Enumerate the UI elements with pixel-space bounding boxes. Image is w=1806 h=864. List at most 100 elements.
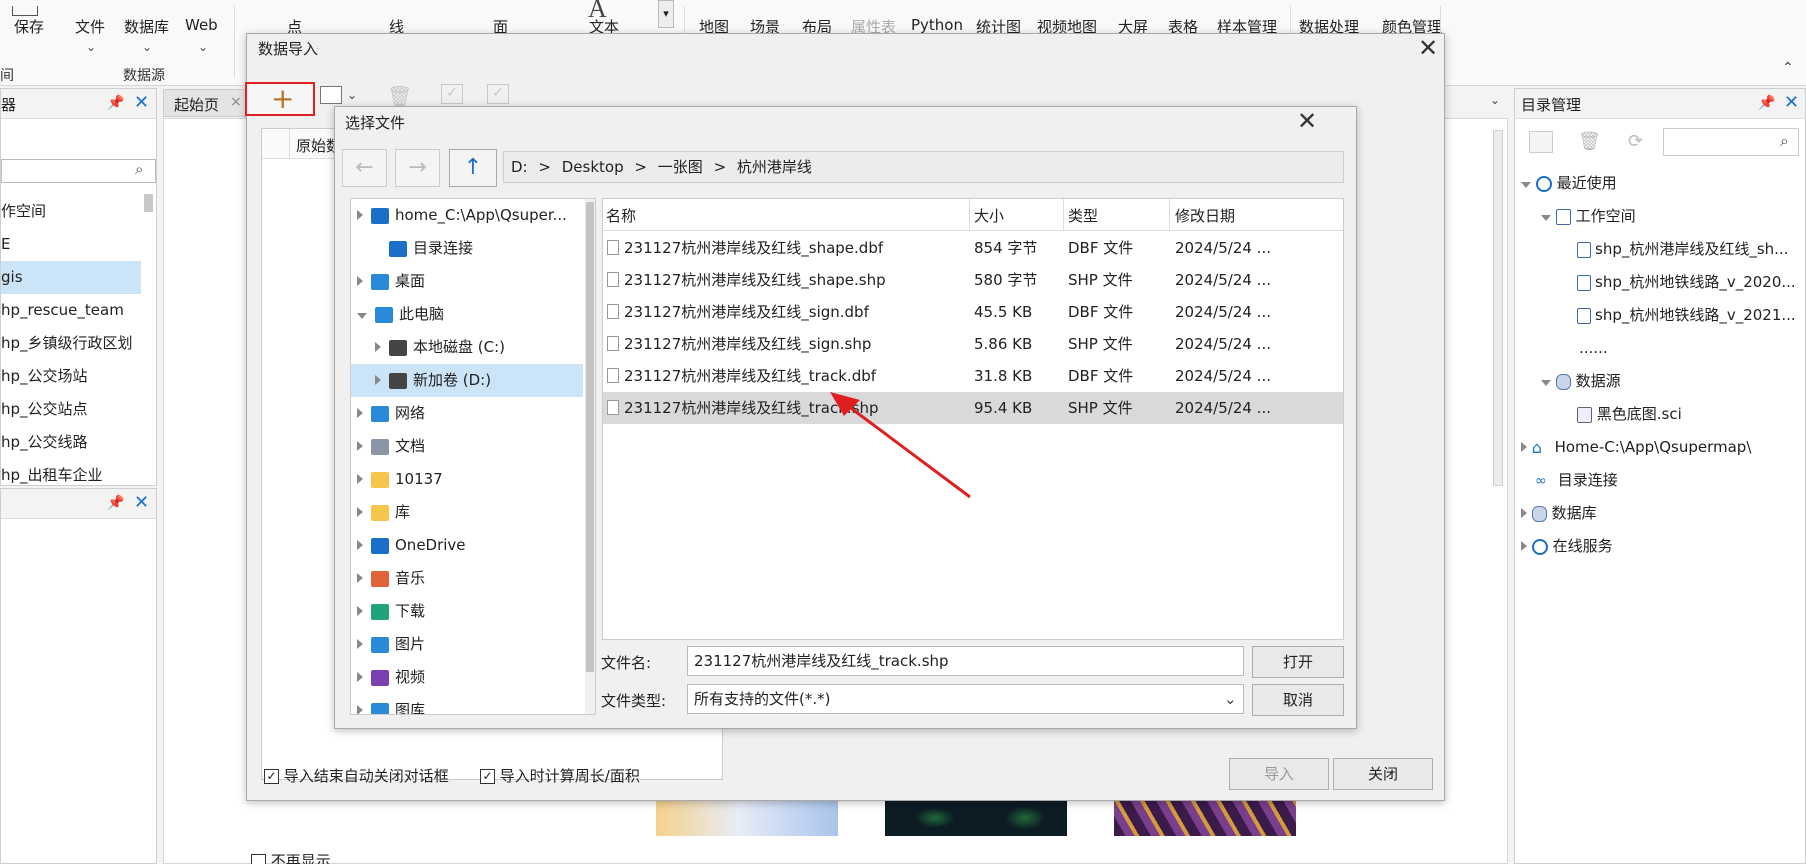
close-icon[interactable]: ✕ xyxy=(134,92,149,113)
template-thumbnail-dark[interactable] xyxy=(885,800,1067,836)
workspace-tree-item[interactable]: hp_乡镇级行政区划 xyxy=(1,327,141,360)
gallery-expand-icon[interactable]: ▾ xyxy=(658,0,674,28)
nav-item[interactable]: 本地磁盘 (C:) xyxy=(351,331,583,364)
expand-icon[interactable] xyxy=(375,342,381,352)
workspace-tree-item[interactable]: E xyxy=(1,228,141,261)
auto-close-option[interactable]: ✓ 导入结束自动关闭对话框 xyxy=(264,765,449,786)
breadcrumb-segment[interactable]: 杭州港岸线 xyxy=(737,158,812,176)
expand-icon[interactable] xyxy=(357,210,363,220)
back-button[interactable]: ← xyxy=(342,149,387,187)
web-dropdown-icon[interactable]: ⌄ xyxy=(198,40,208,54)
column-type[interactable]: 类型 xyxy=(1068,205,1098,226)
tree-datasource-item[interactable]: 黑色底图.sci xyxy=(1577,398,1682,431)
template-thumbnail-hex[interactable] xyxy=(1114,800,1296,836)
search-icon[interactable]: ⌕ xyxy=(135,160,143,178)
breadcrumb-segment[interactable]: 一张图 xyxy=(658,158,703,176)
python-button[interactable]: Python xyxy=(911,16,963,34)
nav-item[interactable]: 目录连接 xyxy=(351,232,583,265)
open-button[interactable]: 打开 xyxy=(1252,646,1344,678)
collapse-icon[interactable] xyxy=(357,313,367,319)
expand-icon[interactable] xyxy=(357,606,363,616)
tree-database[interactable]: 数据库 xyxy=(1521,497,1597,530)
refresh-icon[interactable]: ⟳ xyxy=(1628,131,1652,153)
path-breadcrumb[interactable]: D: > Desktop > 一张图 > 杭州港岸线 xyxy=(503,151,1344,183)
tree-datasource[interactable]: 数据源 xyxy=(1541,365,1621,398)
nav-item[interactable]: 此电脑 xyxy=(351,298,583,331)
filename-input[interactable]: 231127杭州港岸线及红线_track.shp xyxy=(687,646,1244,676)
nav-item[interactable]: 图片 xyxy=(351,628,583,661)
add-file-button[interactable]: + xyxy=(245,82,315,116)
tree-recent[interactable]: 最近使用 xyxy=(1521,167,1617,200)
file-dropdown-icon[interactable]: ⌄ xyxy=(86,40,96,54)
import-button[interactable]: 导入 xyxy=(1229,758,1329,790)
nav-scrollbar-thumb[interactable] xyxy=(586,202,594,672)
expand-icon[interactable] xyxy=(1521,182,1531,188)
expand-icon[interactable] xyxy=(357,540,363,550)
pin-icon[interactable]: 📌 xyxy=(107,95,124,111)
file-button[interactable]: 文件 xyxy=(75,16,105,37)
calc-perimeter-checkbox[interactable]: ✓ xyxy=(480,769,495,784)
catalog-search-input[interactable]: ⌕ xyxy=(1663,128,1799,156)
web-button[interactable]: Web xyxy=(185,16,218,34)
forward-button[interactable]: → xyxy=(395,149,440,187)
expand-icon[interactable] xyxy=(357,276,363,286)
column-divider[interactable] xyxy=(969,199,970,230)
expand-icon[interactable] xyxy=(357,474,363,484)
nav-item[interactable]: OneDrive xyxy=(351,529,583,562)
workspace-tree-item[interactable]: 作空间 xyxy=(1,195,141,228)
dialog-close-icon[interactable]: ✕ xyxy=(1297,107,1317,135)
dialog-close-icon[interactable]: ✕ xyxy=(1418,34,1438,62)
panel-search-input[interactable]: ⌕ xyxy=(1,159,156,183)
workspace-tree-item[interactable]: gis xyxy=(1,261,141,294)
close-icon[interactable]: ✕ xyxy=(134,492,149,513)
file-row[interactable]: 231127杭州港岸线及红线_sign.shp 5.86 KB SHP 文件 2024… xyxy=(603,328,1343,360)
nav-item[interactable]: 新加卷 (D:) xyxy=(351,364,583,397)
close-icon[interactable]: ✕ xyxy=(1784,92,1799,113)
nav-item[interactable]: 网络 xyxy=(351,397,583,430)
column-name[interactable]: 名称 xyxy=(606,205,636,226)
breadcrumb-segment[interactable]: Desktop xyxy=(562,158,624,176)
workspace-tree-item[interactable]: hp_公交站点 xyxy=(1,393,141,426)
file-row[interactable]: 231127杭州港岸线及红线_shape.dbf 854 字节 DBF 文件 2024… xyxy=(603,232,1343,264)
expand-icon[interactable] xyxy=(357,408,363,418)
expand-icon[interactable] xyxy=(1541,215,1551,221)
expand-icon[interactable] xyxy=(357,639,363,649)
nav-item[interactable]: 音乐 xyxy=(351,562,583,595)
expand-icon[interactable] xyxy=(1541,380,1551,386)
new-folder-icon[interactable] xyxy=(1529,131,1553,153)
open-folder-dropdown-icon[interactable]: ⌄ xyxy=(347,88,357,102)
search-icon[interactable]: ⌕ xyxy=(1780,131,1789,151)
expand-icon[interactable] xyxy=(1521,508,1527,518)
expand-icon[interactable] xyxy=(357,573,363,583)
up-folder-button[interactable]: ↑ xyxy=(449,149,497,187)
file-row[interactable]: 231127杭州港岸线及红线_sign.dbf 45.5 KB DBF 文件 2024… xyxy=(603,296,1343,328)
database-dropdown-icon[interactable]: ⌄ xyxy=(142,40,152,54)
cancel-button[interactable]: 取消 xyxy=(1252,684,1344,716)
nav-item[interactable]: 图库 xyxy=(351,694,583,714)
tree-workspace-dataset[interactable]: shp_杭州港岸线及红线_sh... xyxy=(1577,233,1788,266)
calc-perimeter-option[interactable]: ✓ 导入时计算周长/面积 xyxy=(480,765,640,786)
tree-workspace-dataset[interactable]: shp_杭州地铁线路_v_2020... xyxy=(1577,266,1796,299)
column-date[interactable]: 修改日期 xyxy=(1175,205,1235,226)
no-show-checkbox[interactable] xyxy=(251,854,266,864)
select-all-icon[interactable]: ✓ xyxy=(441,84,463,104)
pin-icon[interactable]: 📌 xyxy=(107,495,124,511)
chevron-down-icon[interactable]: ⌄ xyxy=(1224,685,1237,713)
expand-icon[interactable] xyxy=(357,705,363,714)
database-button[interactable]: 数据库 xyxy=(124,16,169,37)
open-folder-icon[interactable] xyxy=(320,86,342,104)
collapse-ribbon-icon[interactable]: ⌃ xyxy=(1782,60,1794,76)
main-vertical-scrollbar[interactable] xyxy=(1493,130,1503,486)
tree-dir-link[interactable]: ∞ 目录连接 xyxy=(1535,464,1618,497)
column-divider[interactable] xyxy=(1169,199,1170,230)
delete-icon[interactable]: 🗑 xyxy=(387,84,412,108)
tree-workspace[interactable]: 工作空间 xyxy=(1541,200,1636,233)
close-button[interactable]: 关闭 xyxy=(1333,758,1433,790)
no-show-checkbox-row[interactable]: 不再显示 xyxy=(251,850,331,864)
nav-item[interactable]: home_C:\App\Qsuper... xyxy=(351,199,583,232)
nav-item[interactable]: 下载 xyxy=(351,595,583,628)
scrollbar-thumb[interactable] xyxy=(144,194,153,212)
nav-item[interactable]: 视频 xyxy=(351,661,583,694)
nav-item[interactable]: 库 xyxy=(351,496,583,529)
auto-close-checkbox[interactable]: ✓ xyxy=(264,769,279,784)
